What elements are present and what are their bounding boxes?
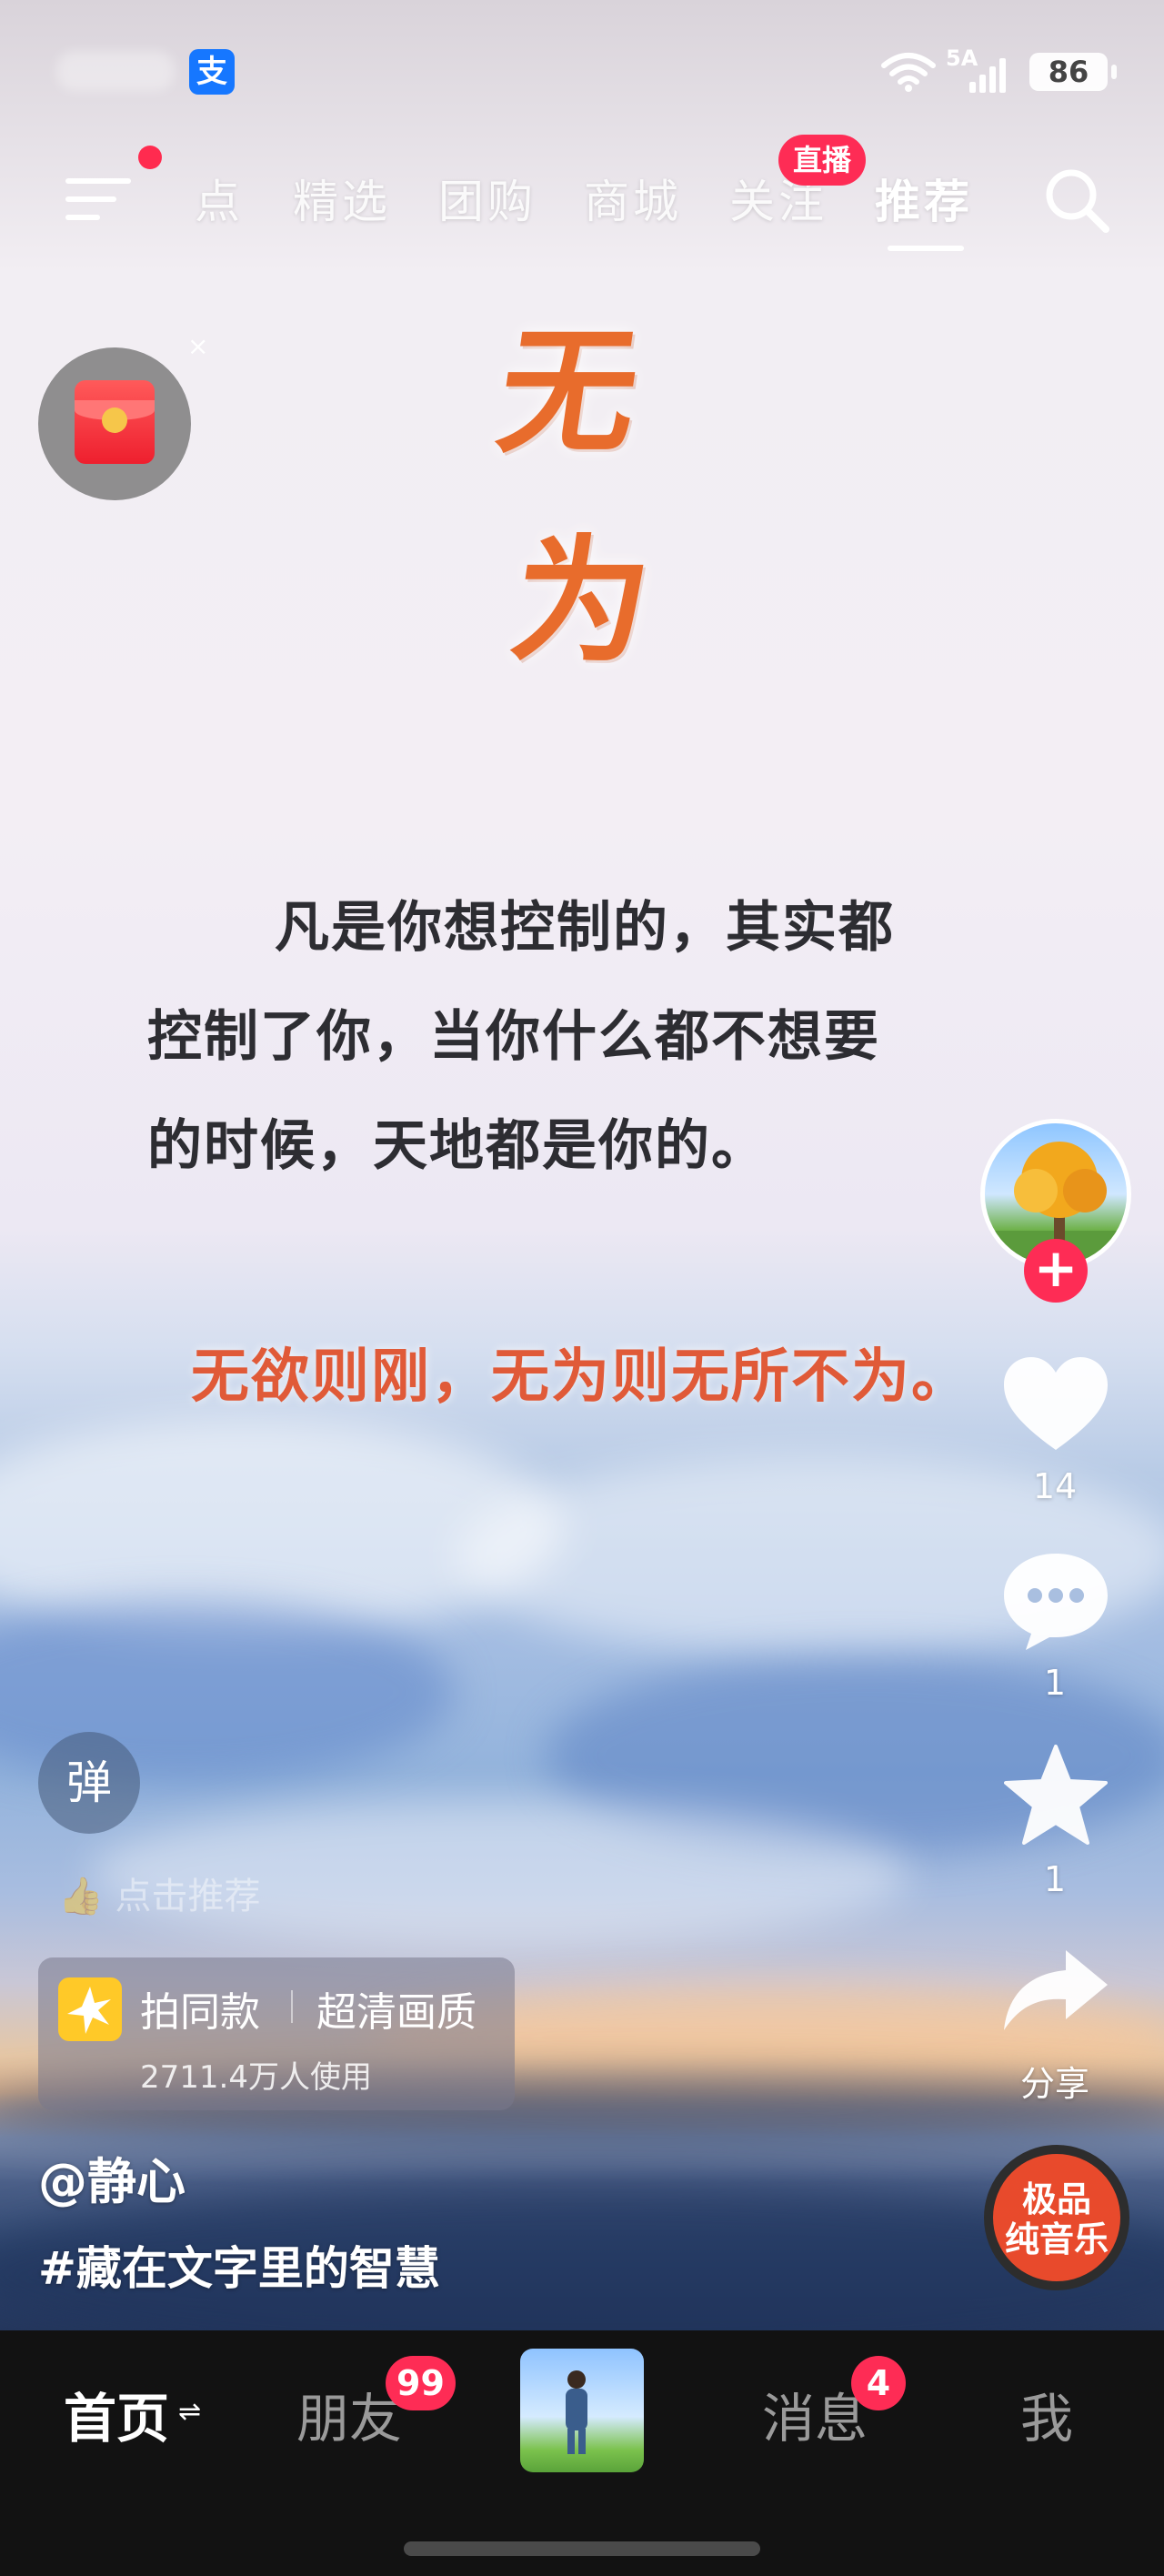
carrier-text bbox=[56, 51, 175, 91]
like-icon[interactable] bbox=[997, 1352, 1115, 1461]
music-label-line: 纯音乐 bbox=[1004, 2219, 1109, 2259]
quote-line: 凡是你想控制的，其实都 bbox=[275, 896, 895, 960]
quote-line: 控制了你，当你什么都不想要 bbox=[147, 1005, 880, 1069]
author-name[interactable]: @静心 bbox=[38, 2141, 186, 2213]
friends-badge: 99 bbox=[386, 2356, 456, 2410]
red-packet-button[interactable] bbox=[38, 347, 191, 500]
template-quality: 超清画质 bbox=[316, 1989, 477, 2036]
favorite-icon[interactable] bbox=[997, 1741, 1115, 1850]
recommend-hint-label: 点击推荐 bbox=[115, 1876, 261, 1917]
calligraphy-char-1: 无 bbox=[488, 312, 648, 472]
notification-dot bbox=[138, 146, 162, 169]
video-quote: 凡是你想控制的，其实都 控制了你，当你什么都不想要 的时候，天地都是你的。 bbox=[147, 873, 1048, 1201]
live-badge[interactable]: 直播 bbox=[778, 135, 867, 186]
status-bar: 支 5A 86 bbox=[0, 44, 1164, 102]
template-usage: 2711.4万人使用 bbox=[140, 2059, 372, 2096]
nav-home[interactable]: 首页 bbox=[64, 2376, 169, 2452]
template-title: 拍同款 bbox=[140, 1989, 260, 2036]
share-label[interactable]: 分享 bbox=[964, 2056, 1146, 2106]
active-tab-indicator bbox=[888, 246, 964, 251]
nav-me[interactable]: 我 bbox=[1020, 2376, 1073, 2452]
hashtag[interactable]: #藏在文字里的智慧 bbox=[38, 2232, 440, 2298]
thumbs-up-icon: 👍 bbox=[58, 1876, 104, 1917]
tab-mall[interactable]: 商城 bbox=[584, 166, 682, 231]
menu-icon[interactable] bbox=[65, 167, 133, 224]
tab-featured[interactable]: 精选 bbox=[293, 166, 391, 231]
share-icon[interactable] bbox=[997, 1939, 1115, 2048]
red-envelope-icon bbox=[75, 380, 155, 464]
quote-line: 的时候，天地都是你的。 bbox=[147, 1114, 768, 1178]
bottom-nav: 首页 ⇌ 朋友 99 消息 4 我 bbox=[0, 2330, 1164, 2576]
top-nav: 点 精选 团购 商城 关注 直播 推荐 bbox=[0, 135, 1164, 255]
like-count: 14 bbox=[1032, 1466, 1078, 1506]
tab-group-buy[interactable]: 团购 bbox=[438, 166, 537, 231]
favorite-count: 1 bbox=[1043, 1859, 1067, 1899]
comment-count: 1 bbox=[1043, 1663, 1067, 1703]
comment-icon[interactable] bbox=[997, 1546, 1115, 1655]
battery-indicator: 86 bbox=[1029, 53, 1117, 91]
alipay-icon: 支 bbox=[189, 49, 235, 95]
close-icon[interactable]: × bbox=[187, 331, 208, 361]
tab-local[interactable]: 点 bbox=[195, 166, 244, 231]
person-icon bbox=[566, 2370, 587, 2454]
danmu-toggle-button[interactable]: 弹 bbox=[38, 1732, 140, 1834]
refresh-icon[interactable]: ⇌ bbox=[178, 2396, 201, 2428]
template-card[interactable]: 拍同款 超清画质 2711.4万人使用 bbox=[38, 1957, 515, 2110]
recommend-hint[interactable]: 👍 点击推荐 bbox=[58, 1867, 261, 1919]
music-disc[interactable]: 极品 纯音乐 bbox=[984, 2145, 1129, 2290]
sparkle-icon bbox=[58, 1977, 122, 2041]
tab-recommended[interactable]: 推荐 bbox=[875, 166, 973, 231]
video-maxim: 无欲则刚，无为则无所不为。 bbox=[191, 1343, 971, 1411]
search-icon[interactable] bbox=[1040, 164, 1113, 236]
calligraphy-char-2: 为 bbox=[501, 521, 661, 681]
music-label-line: 极品 bbox=[1021, 2179, 1091, 2219]
home-indicator[interactable] bbox=[404, 2541, 760, 2556]
divider bbox=[291, 1990, 293, 2023]
signal-icon bbox=[969, 58, 1006, 93]
messages-badge: 4 bbox=[851, 2356, 906, 2410]
create-post-thumbnail[interactable] bbox=[520, 2349, 644, 2472]
wifi-icon bbox=[881, 53, 936, 92]
follow-button[interactable]: + bbox=[1024, 1239, 1088, 1303]
